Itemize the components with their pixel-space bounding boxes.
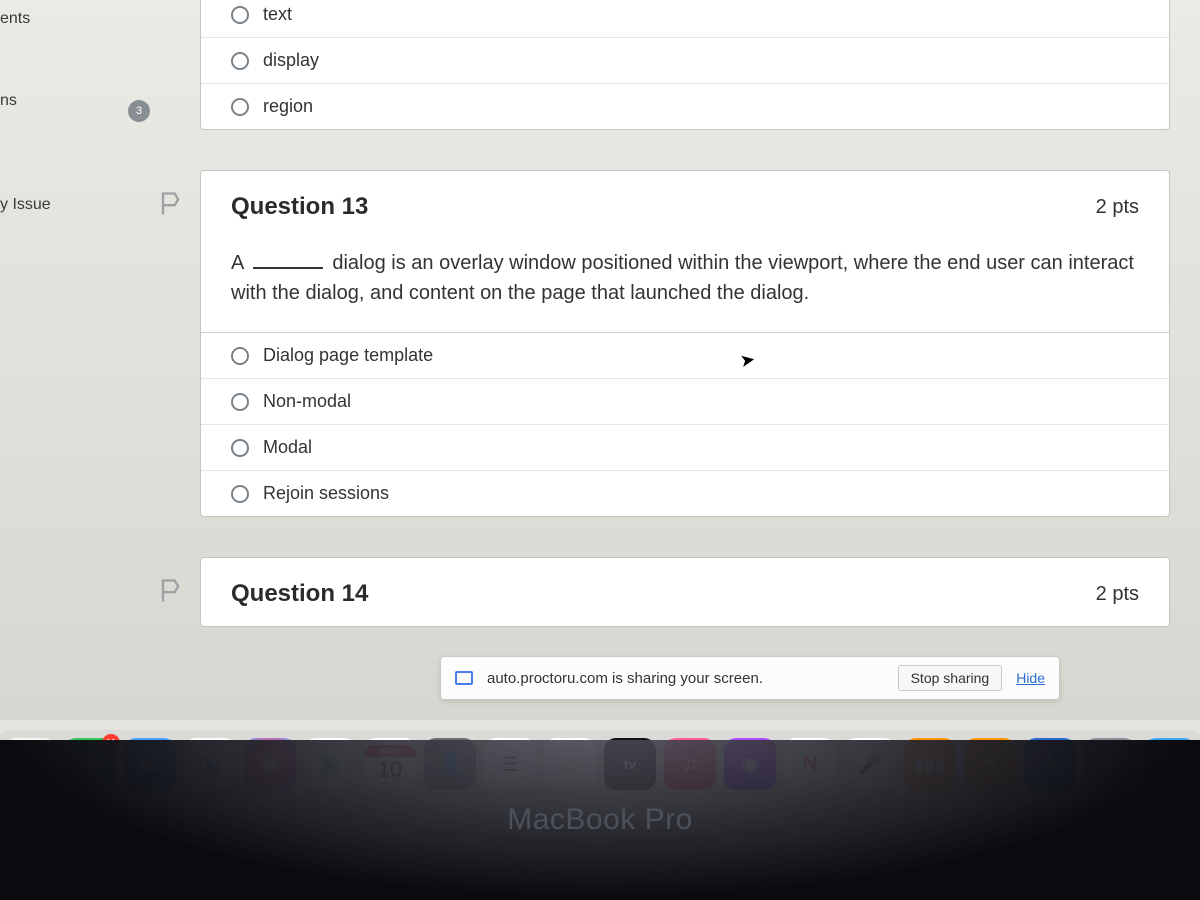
sidebar-item[interactable]: ns xyxy=(0,84,130,118)
device-label: MacBook Pro xyxy=(507,803,693,837)
option-label: text xyxy=(263,4,292,25)
sidebar-item[interactable]: ents xyxy=(0,2,130,36)
option-label: Dialog page template xyxy=(263,345,433,366)
question-title: Question 13 xyxy=(231,193,368,221)
sidebar-item-label: ents xyxy=(0,10,30,27)
radio-icon xyxy=(231,393,249,411)
option-label: display xyxy=(263,50,319,71)
flag-icon[interactable] xyxy=(155,189,185,219)
stop-sharing-button[interactable]: Stop sharing xyxy=(898,665,1003,691)
option-label: region xyxy=(263,96,313,117)
question-card-prev: text display region xyxy=(200,0,1170,130)
sidebar-item-label: ns xyxy=(0,92,17,109)
radio-icon xyxy=(231,439,249,457)
option-row[interactable]: text xyxy=(201,0,1169,37)
option-label: Rejoin sessions xyxy=(263,483,389,504)
option-row[interactable]: Non-modal xyxy=(201,378,1169,424)
radio-icon xyxy=(231,52,249,70)
sidebar-badge: 3 xyxy=(128,100,150,122)
question-points: 2 pts xyxy=(1096,583,1139,606)
sidebar: ents 3 ns y Issue xyxy=(0,0,130,222)
flag-icon[interactable] xyxy=(155,576,185,606)
option-row[interactable]: Rejoin sessions xyxy=(201,470,1169,516)
option-row[interactable]: region xyxy=(201,83,1169,129)
blank-fill xyxy=(253,267,323,269)
sidebar-item-label: y Issue xyxy=(0,196,51,213)
keyboard-area: MacBook Pro xyxy=(0,740,1200,900)
sidebar-item[interactable]: y Issue xyxy=(0,188,130,222)
option-row[interactable]: Dialog page template xyxy=(201,333,1169,378)
question-card-13: Question 13 2 pts A dialog is an overlay… xyxy=(200,170,1170,517)
screen-share-toast: auto.proctoru.com is sharing your screen… xyxy=(440,656,1060,700)
radio-icon xyxy=(231,347,249,365)
radio-icon xyxy=(231,485,249,503)
screen-share-icon xyxy=(455,671,473,685)
question-card-14: Question 14 2 pts xyxy=(200,557,1170,627)
screen-share-message: auto.proctoru.com is sharing your screen… xyxy=(487,670,884,687)
hide-link[interactable]: Hide xyxy=(1016,670,1045,686)
question-body: A dialog is an overlay window positioned… xyxy=(201,239,1169,332)
option-label: Modal xyxy=(263,437,312,458)
question-points: 2 pts xyxy=(1096,196,1139,219)
option-label: Non-modal xyxy=(263,391,351,412)
radio-icon xyxy=(231,6,249,24)
option-row[interactable]: display xyxy=(201,37,1169,83)
question-title: Question 14 xyxy=(231,580,368,608)
option-row[interactable]: Modal xyxy=(201,424,1169,470)
radio-icon xyxy=(231,98,249,116)
